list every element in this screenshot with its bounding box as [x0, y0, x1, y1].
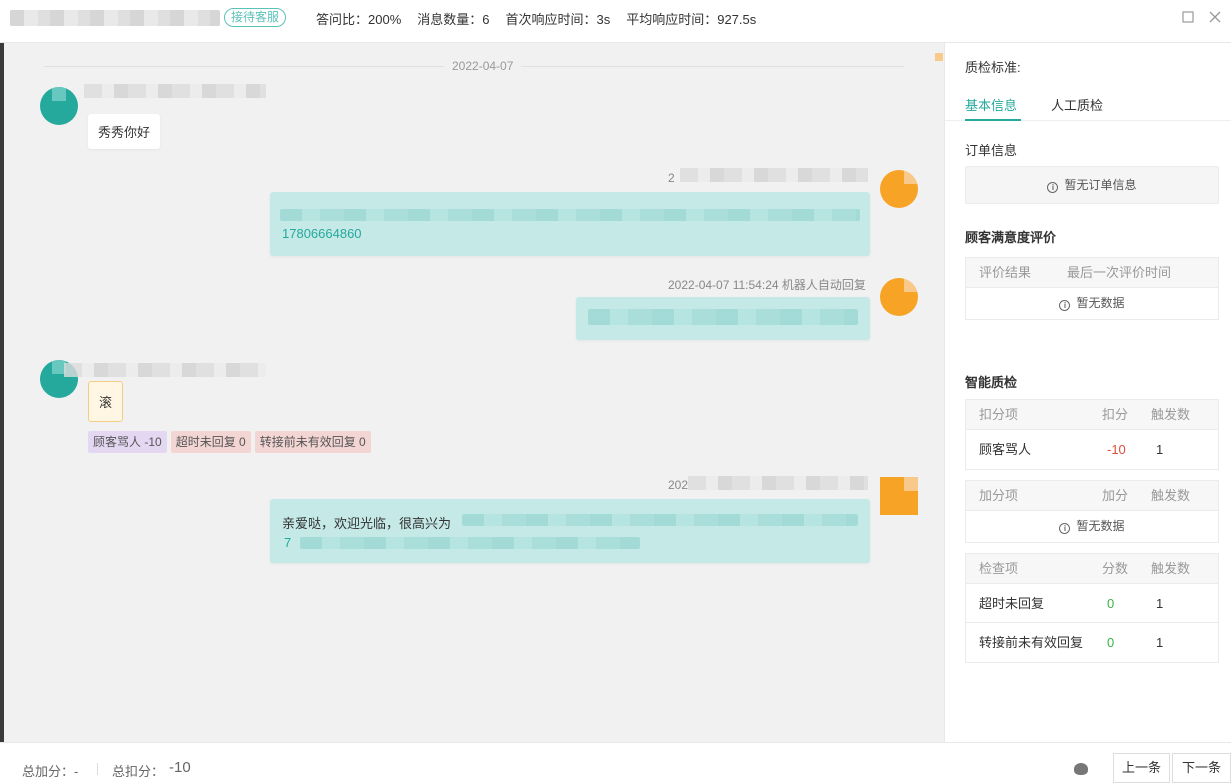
maximize-icon[interactable] — [1181, 11, 1195, 25]
col-trigger-count: 触发数 — [1151, 407, 1191, 422]
message-bubble: 17806664860 — [270, 192, 870, 256]
customer-name-redacted — [84, 84, 266, 98]
row-count: 1 — [1156, 596, 1164, 611]
violation-tags: 顾客骂人 -10 超时未回复 0 转接前未有效回复 0 — [88, 431, 371, 453]
row-count: 1 — [1156, 635, 1164, 650]
agent-name-redacted — [10, 10, 220, 26]
agent-name-redacted — [688, 476, 868, 490]
row-item: 转接前未有效回复 — [979, 635, 1084, 650]
info-icon: i — [1059, 523, 1071, 534]
message-meta: 202 — [668, 478, 689, 492]
close-icon[interactable] — [1208, 11, 1222, 25]
message-bubble — [576, 297, 870, 340]
row-count: 1 — [1156, 442, 1164, 457]
table-row: 超时未回复 0 1 — [966, 584, 1218, 623]
customer-name-redacted — [64, 363, 266, 377]
active-tab-indicator — [965, 119, 1021, 121]
col-deduct-item: 扣分项 — [979, 407, 1019, 422]
col-bonus-item: 加分项 — [979, 488, 1019, 503]
row-score: -10 — [1107, 442, 1126, 457]
message-bubble-flagged: 滚 — [88, 381, 124, 422]
message-text: 亲爱哒，欢迎光临，很高兴为 — [282, 516, 452, 531]
deduction-table-header: 扣分项 扣分 触发数 — [966, 400, 1218, 430]
conversation-stats: 答问比：200% 消息数量：6 首次响应时间：3s 平均响应时间：927.5s — [316, 9, 756, 28]
deduction-table: 扣分项 扣分 触发数 顾客骂人 -10 1 — [965, 399, 1219, 470]
check-table-header: 检查项 分数 触发数 — [966, 554, 1218, 584]
agent-avatar — [880, 477, 918, 515]
bonus-table: 加分项 加分 触发数 i 暂无数据 — [965, 480, 1219, 543]
violation-tag: 转接前未有效回复 0 — [254, 431, 371, 453]
message-text-line2: 7 — [284, 535, 292, 550]
col-check-score: 分数 — [1102, 561, 1129, 576]
info-icon: i — [1047, 182, 1059, 193]
tab-manual-qc[interactable]: 人工质检 — [1051, 95, 1103, 114]
col-check-item: 检查项 — [979, 561, 1019, 576]
bird-icon[interactable] — [1074, 763, 1088, 775]
bonus-table-header: 加分项 加分 触发数 — [966, 481, 1218, 511]
col-deduct-score: 扣分 — [1102, 407, 1129, 422]
total-bonus-label: 总加分：- — [22, 764, 79, 779]
redacted-text — [462, 514, 858, 526]
col-bonus-score: 加分 — [1102, 488, 1129, 503]
col-last-rating-time: 最后一次评价时间 — [1067, 265, 1172, 280]
rating-table-header: 评价结果 最后一次评价时间 — [966, 258, 1218, 288]
violation-tag: 顾客骂人 -10 — [88, 431, 167, 453]
agent-avatar — [880, 278, 918, 316]
smart-qc-title: 智能质检 — [965, 375, 1018, 390]
table-row: 转接前未有效回复 0 1 — [966, 623, 1218, 662]
footer-bar: 总加分：- 总扣分： -10 上一条 下一条 — [0, 742, 1231, 783]
agent-role-badge: 接待客服 — [224, 8, 287, 27]
check-table: 检查项 分数 触发数 超时未回复 0 1 转接前未有效回复 0 1 — [965, 553, 1219, 663]
table-row: 顾客骂人 -10 1 — [966, 430, 1218, 469]
qc-standard-title: 质检标准: — [965, 60, 1021, 75]
stat-answer-ratio: 答问比：200% — [316, 12, 402, 27]
col-trigger-count: 触发数 — [1151, 561, 1191, 576]
order-section-title: 订单信息 — [965, 143, 1018, 158]
tab-basic-info[interactable]: 基本信息 — [965, 95, 1017, 114]
row-score: 0 — [1107, 635, 1115, 650]
bonus-empty-row: i 暂无数据 — [966, 511, 1218, 542]
stat-message-count: 消息数量：6 — [417, 12, 490, 27]
row-item: 顾客骂人 — [979, 442, 1032, 457]
redacted-text — [280, 209, 860, 221]
customer-avatar — [40, 87, 78, 125]
total-deduct-label: 总扣分： — [112, 764, 165, 779]
date-label: 2022-04-07 — [444, 59, 522, 73]
message-meta: 2022-04-07 11:54:24 机器人自动回复 — [668, 278, 866, 292]
phone-number: 17806664860 — [282, 226, 362, 241]
order-empty-box: i 暂无订单信息 — [965, 166, 1219, 204]
header-bar: 接待客服 答问比：200% 消息数量：6 首次响应时间：3s 平均响应时间：92… — [0, 0, 1231, 43]
qc-sidebar: 质检标准: 基本信息 人工质检 订单信息 i 暂无订单信息 顾客满意度评价 评价结… — [944, 43, 1231, 742]
message-bubble: 亲爱哒，欢迎光临，很高兴为 7 — [270, 499, 870, 563]
message-bubble: 秀秀你好 — [88, 114, 161, 149]
order-empty-text: 暂无订单信息 — [1064, 178, 1137, 192]
agent-avatar — [880, 170, 918, 208]
col-rating-result: 评价结果 — [979, 265, 1032, 280]
chat-panel[interactable]: 2022-04-07 秀秀你好 2 17806664860 2022-04-07… — [4, 43, 944, 742]
stat-avg-response: 平均响应时间：927.5s — [626, 12, 757, 27]
bonus-empty-text: 暂无数据 — [1076, 519, 1125, 533]
row-score: 0 — [1107, 596, 1115, 611]
divider — [97, 763, 98, 775]
rating-empty-row: i 暂无数据 — [966, 288, 1218, 319]
rating-empty-text: 暂无数据 — [1076, 296, 1125, 310]
row-item: 超时未回复 — [979, 596, 1045, 611]
message-meta: 2 — [668, 171, 675, 185]
redacted-text — [300, 537, 640, 549]
agent-name-redacted — [680, 168, 868, 182]
sidebar-tabs: 基本信息 人工质检 — [945, 85, 1231, 121]
stat-first-response: 首次响应时间：3s — [505, 12, 611, 27]
date-divider: 2022-04-07 — [44, 59, 904, 73]
decorative-marker — [935, 53, 943, 61]
redacted-text — [588, 309, 858, 325]
violation-tag: 超时未回复 0 — [170, 431, 251, 453]
total-deduct-value: -10 — [169, 759, 191, 776]
info-icon: i — [1059, 300, 1071, 311]
col-trigger-count: 触发数 — [1151, 488, 1191, 503]
rating-section-title: 顾客满意度评价 — [965, 230, 1057, 245]
rating-table: 评价结果 最后一次评价时间 i 暂无数据 — [965, 257, 1219, 320]
